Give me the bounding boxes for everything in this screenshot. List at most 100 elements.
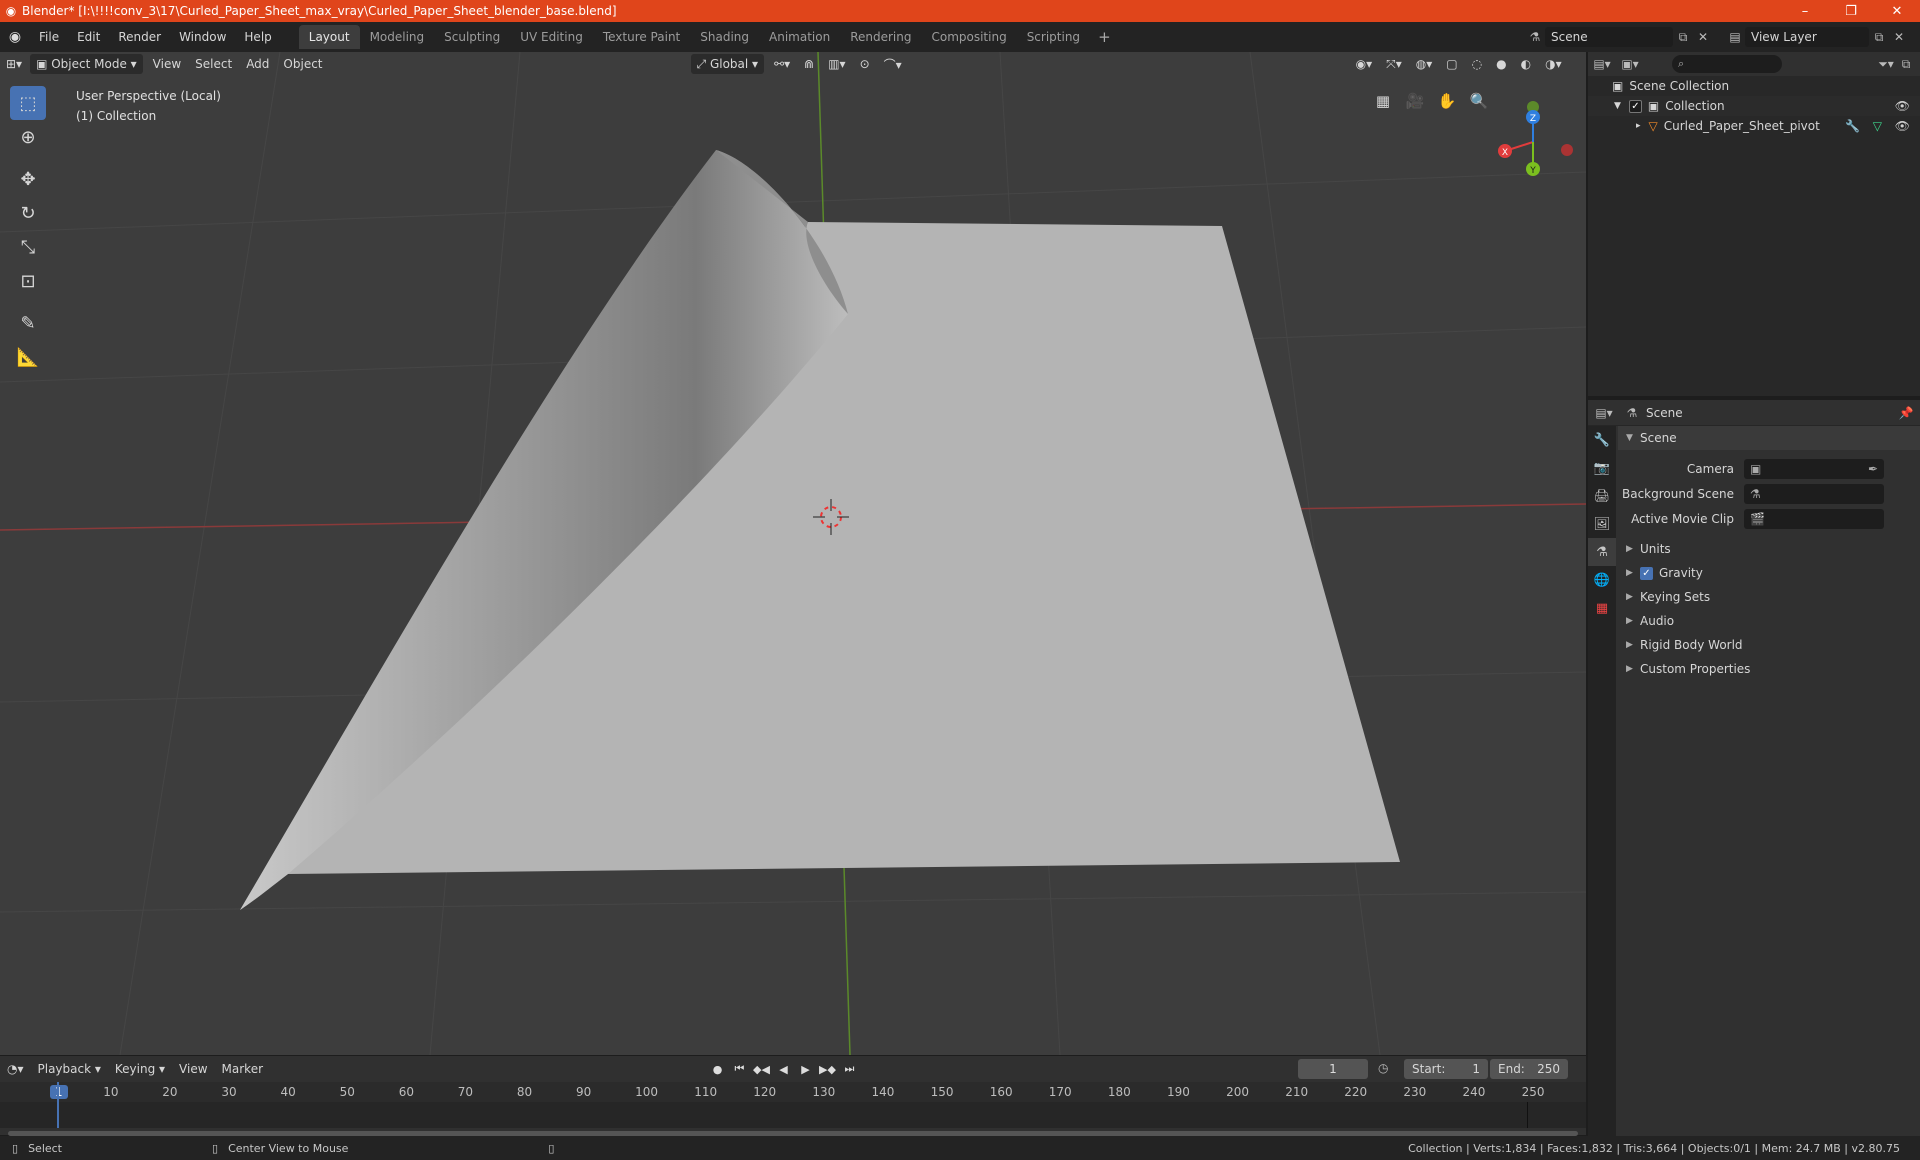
- scene-panel-header[interactable]: ▼ Scene: [1618, 426, 1920, 450]
- timeline-menu-marker[interactable]: Marker: [215, 1062, 270, 1076]
- tab-rendering[interactable]: Rendering: [840, 25, 921, 49]
- mode-dropdown[interactable]: ▣ Object Mode ▾: [30, 54, 143, 74]
- timeline-menu-playback[interactable]: Playback ▾: [31, 1062, 108, 1076]
- world-tab-icon[interactable]: 🌐: [1588, 566, 1616, 594]
- frame-ruler[interactable]: 1102030405060708090100110120130140150160…: [0, 1082, 1586, 1102]
- xray-icon[interactable]: ▢: [1440, 54, 1463, 74]
- menu-edit[interactable]: Edit: [68, 30, 109, 44]
- viewport-menu-add[interactable]: Add: [240, 54, 275, 74]
- tab-layout[interactable]: Layout: [298, 25, 360, 49]
- scale-tool-icon[interactable]: ⤡: [10, 230, 46, 264]
- view-layer-name-field[interactable]: View Layer: [1745, 27, 1869, 47]
- axis-orientation-gizmo[interactable]: X Z Y: [1488, 92, 1586, 192]
- cursor-tool-icon[interactable]: ⊕: [10, 120, 46, 154]
- menu-file[interactable]: File: [30, 30, 68, 44]
- units-panel-header[interactable]: ▶ Units: [1618, 537, 1920, 561]
- close-button[interactable]: ✕: [1874, 0, 1920, 22]
- tool-tab-icon[interactable]: 🔧: [1588, 426, 1616, 454]
- record-icon[interactable]: ●: [708, 1059, 727, 1079]
- add-workspace-button[interactable]: +: [1090, 25, 1119, 49]
- viewport-canvas[interactable]: [0, 52, 1586, 1055]
- object-visibility-icon[interactable]: 👁: [1895, 119, 1910, 133]
- annotate-tool-icon[interactable]: ✎: [10, 306, 46, 340]
- timer-icon[interactable]: ◷: [1378, 1061, 1388, 1075]
- tab-texture-paint[interactable]: Texture Paint: [593, 25, 690, 49]
- outliner-editor-type-icon[interactable]: ▤▾: [1592, 54, 1612, 74]
- maximize-button[interactable]: ❐: [1828, 0, 1874, 22]
- texture-tab-icon[interactable]: ▦: [1588, 594, 1616, 622]
- audio-panel-header[interactable]: ▶ Audio: [1618, 609, 1920, 633]
- gizmo-toggle-icon[interactable]: ⤧▾: [1380, 54, 1408, 74]
- view-layer-tab-icon[interactable]: 🖼: [1588, 510, 1616, 538]
- eyedropper-icon[interactable]: ✒: [1868, 462, 1878, 476]
- timeline-editor-type-icon[interactable]: ◔▾: [0, 1062, 31, 1076]
- select-box-tool-icon[interactable]: ⬚: [10, 86, 46, 120]
- keyframe-area[interactable]: [0, 1082, 1586, 1128]
- orientation-dropdown[interactable]: ⤢ Global ▾: [690, 54, 765, 74]
- camera-field[interactable]: ▣ ✒: [1744, 458, 1884, 479]
- frame-start-field[interactable]: Start: 1: [1404, 1059, 1488, 1079]
- outliner-scene-collection[interactable]: ▣ Scene Collection: [1588, 76, 1920, 96]
- modifier-icon[interactable]: 🔧: [1845, 119, 1860, 133]
- timeline-menu-keying[interactable]: Keying ▾: [108, 1062, 172, 1076]
- tab-modeling[interactable]: Modeling: [360, 25, 435, 49]
- frame-end-field[interactable]: End: 250: [1490, 1059, 1568, 1079]
- transform-tool-icon[interactable]: ⊡: [10, 264, 46, 298]
- move-tool-icon[interactable]: ✥: [10, 162, 46, 196]
- rigid-body-world-panel-header[interactable]: ▶ Rigid Body World: [1618, 633, 1920, 657]
- expand-object-icon[interactable]: ▸: [1636, 121, 1641, 131]
- output-tab-icon[interactable]: 🖨: [1588, 482, 1616, 510]
- render-tab-icon[interactable]: 📷: [1588, 454, 1616, 482]
- view-layer-icon[interactable]: ▤: [1725, 27, 1745, 47]
- outliner-search-input[interactable]: ⌕: [1672, 55, 1782, 73]
- custom-properties-panel-header[interactable]: ▶ Custom Properties: [1618, 657, 1920, 681]
- playhead[interactable]: [57, 1082, 59, 1128]
- current-frame-field[interactable]: 1: [1298, 1059, 1368, 1079]
- material-shading-icon[interactable]: ◐: [1515, 54, 1537, 74]
- new-view-layer-icon[interactable]: ⧉: [1869, 27, 1889, 47]
- outliner-object[interactable]: ▸ ▽ Curled_Paper_Sheet_pivot 🔧 ▽ 👁: [1588, 116, 1920, 136]
- overlays-icon[interactable]: ◍▾: [1410, 54, 1439, 74]
- pan-view-icon[interactable]: ✋: [1434, 88, 1460, 114]
- viewport-menu-select[interactable]: Select: [189, 54, 238, 74]
- viewport-menu-view[interactable]: View: [147, 54, 187, 74]
- mesh-data-icon[interactable]: ▽: [1873, 119, 1882, 133]
- jump-start-icon[interactable]: ⏮: [730, 1059, 749, 1079]
- tab-uv-editing[interactable]: UV Editing: [510, 25, 593, 49]
- tab-scripting[interactable]: Scripting: [1017, 25, 1090, 49]
- measure-tool-icon[interactable]: 📐: [10, 340, 46, 374]
- rendered-shading-icon[interactable]: ◑▾: [1539, 54, 1568, 74]
- scene-tab-icon[interactable]: ⚗: [1588, 538, 1616, 566]
- toggle-ortho-icon[interactable]: ▦: [1370, 88, 1396, 114]
- outliner-collection[interactable]: ▼ ✓ ▣ Collection 👁: [1588, 96, 1920, 116]
- collection-exclude-checkbox[interactable]: ✓: [1628, 99, 1642, 113]
- delete-view-layer-icon[interactable]: ✕: [1889, 27, 1909, 47]
- snap-icon[interactable]: ⋒: [798, 54, 820, 74]
- prev-keyframe-icon[interactable]: ◆◀: [752, 1059, 771, 1079]
- play-reverse-icon[interactable]: ◀: [774, 1059, 793, 1079]
- tab-compositing[interactable]: Compositing: [921, 25, 1016, 49]
- play-icon[interactable]: ▶: [796, 1059, 815, 1079]
- wireframe-shading-icon[interactable]: ◌: [1466, 54, 1488, 74]
- display-mode-icon[interactable]: ▣▾: [1620, 54, 1640, 74]
- timeline-menu-view[interactable]: View: [172, 1062, 214, 1076]
- new-collection-icon[interactable]: ⧉: [1896, 54, 1916, 74]
- gravity-panel-header[interactable]: ▶ ✓ Gravity: [1618, 561, 1920, 585]
- pin-icon[interactable]: 📌: [1896, 403, 1916, 423]
- next-keyframe-icon[interactable]: ▶◆: [818, 1059, 837, 1079]
- pivot-point-icon[interactable]: ⚯▾: [768, 54, 796, 74]
- expand-collection-icon[interactable]: ▼: [1614, 101, 1621, 111]
- tab-animation[interactable]: Animation: [759, 25, 840, 49]
- solid-shading-icon[interactable]: ●: [1490, 54, 1512, 74]
- viewport-menu-object[interactable]: Object: [277, 54, 328, 74]
- delete-scene-icon[interactable]: ✕: [1693, 27, 1713, 47]
- menu-render[interactable]: Render: [109, 30, 170, 44]
- jump-end-icon[interactable]: ⏭: [840, 1059, 859, 1079]
- proportional-edit-icon[interactable]: ⊙: [854, 54, 876, 74]
- new-scene-icon[interactable]: ⧉: [1673, 27, 1693, 47]
- blender-menu-icon[interactable]: ◉: [0, 22, 30, 52]
- minimize-button[interactable]: –: [1782, 0, 1828, 22]
- scene-name-field[interactable]: Scene: [1545, 27, 1673, 47]
- camera-view-icon[interactable]: 🎥: [1402, 88, 1428, 114]
- snap-target-icon[interactable]: ▥▾: [822, 54, 851, 74]
